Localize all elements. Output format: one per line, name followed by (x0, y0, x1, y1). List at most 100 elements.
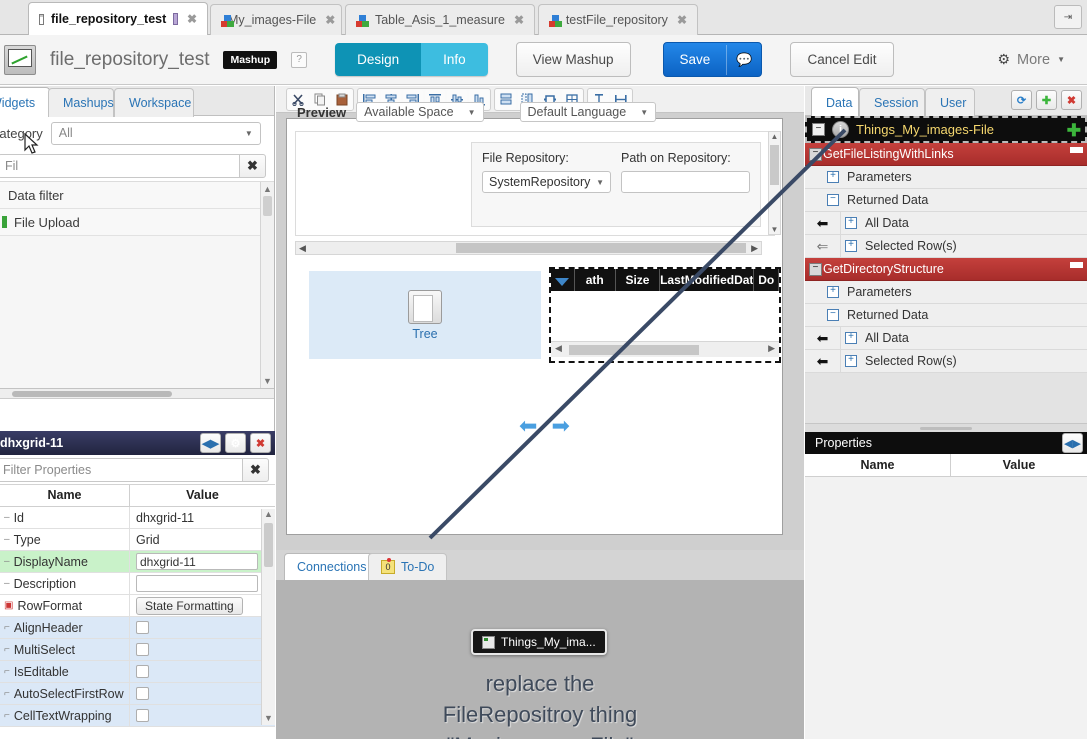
scroll-thumb[interactable] (569, 345, 699, 355)
scroll-up-icon[interactable]: ▲ (262, 509, 275, 519)
nav-right-arrow-icon[interactable]: ➡ (551, 413, 569, 439)
expand-icon[interactable]: + (827, 286, 839, 298)
cancel-edit-button[interactable]: Cancel Edit (790, 42, 894, 77)
browser-tab-table-asis-1-measure[interactable]: Table_Asis_1_measure ✖ (345, 4, 535, 35)
bindings-icon[interactable]: ◀▶ (200, 433, 221, 453)
path-on-repository-input[interactable] (621, 171, 750, 193)
file-repository-select[interactable]: SystemRepository ▼ (482, 171, 611, 193)
clear-filter-icon[interactable]: ✖ (242, 457, 269, 482)
close-icon[interactable]: ✖ (677, 13, 687, 27)
browser-tab-testfile-repository[interactable]: testFile_repository ✖ (538, 4, 698, 35)
data-entity-header[interactable]: − i Things_My_images-File ✚ (805, 116, 1087, 143)
scroll-thumb[interactable] (12, 391, 172, 397)
tab-data[interactable]: Data (811, 87, 859, 117)
expand-icon[interactable]: + (827, 171, 839, 183)
state-formatting-button[interactable]: State Formatting (136, 596, 243, 615)
add-icon[interactable]: ✚ (1036, 90, 1057, 110)
scroll-down-icon[interactable]: ▼ (261, 376, 274, 386)
scroll-up-icon[interactable]: ▲ (261, 182, 274, 194)
preview-vertical-scrollbar[interactable]: ▲ ▼ (768, 131, 781, 235)
scroll-thumb[interactable] (456, 243, 746, 253)
preview-horizontal-scrollbar[interactable]: ◀ ▶ (295, 241, 762, 255)
scroll-left-icon[interactable]: ◀ (299, 243, 306, 254)
table-row[interactable]: ⌐ AlignHeader (0, 617, 275, 639)
expand-icon[interactable]: + (845, 217, 857, 229)
more-menu-button[interactable]: ⚙ More ▼ (997, 51, 1065, 68)
expand-tabs-icon[interactable]: ⇥ (1054, 5, 1082, 29)
column-header-download[interactable]: Do (754, 269, 779, 291)
close-icon[interactable]: ✖ (250, 433, 271, 453)
tab-mashups[interactable]: Mashups (48, 88, 114, 117)
autoselectfirstrow-checkbox[interactable] (136, 687, 149, 700)
column-header-lastmodifieddate[interactable]: LastModifiedDate (660, 269, 755, 291)
scroll-right-icon[interactable]: ▶ (751, 243, 758, 254)
tree-widget[interactable]: Tree (309, 271, 541, 359)
displayname-input[interactable]: dhxgrid-11 (136, 553, 258, 570)
scroll-thumb[interactable] (770, 145, 779, 185)
help-icon[interactable]: ? (291, 51, 308, 68)
binding-arrow-solid-icon[interactable]: ⬅ (805, 349, 841, 373)
panel-splitter[interactable] (805, 423, 1087, 432)
default-language-select[interactable]: Default Language ▼ (519, 102, 657, 122)
scroll-up-icon[interactable]: ▲ (769, 132, 780, 141)
grid-widget[interactable]: ath Size LastModifiedDate Do ◀ ▶ (549, 267, 781, 363)
list-item[interactable]: File Upload (0, 209, 274, 236)
table-row[interactable]: – Type Grid (0, 529, 275, 551)
celltextwrapping-checkbox[interactable] (136, 709, 149, 722)
returned-all-data-row[interactable]: ⬅ + All Data (805, 211, 1087, 235)
table-row[interactable]: ▣ RowFormat State Formatting (0, 595, 275, 617)
bindings-icon[interactable]: ◀▶ (1062, 433, 1083, 453)
properties-filter-input[interactable]: Filter Properties (0, 457, 242, 482)
alignheader-checkbox[interactable] (136, 621, 149, 634)
collapse-icon[interactable]: − (809, 147, 822, 161)
save-comment-icon[interactable]: 💬 (726, 44, 761, 75)
returned-selected-rows-row[interactable]: ⬅ + Selected Row(s) (805, 349, 1087, 373)
category-select[interactable]: All ▼ (50, 121, 261, 145)
table-row[interactable]: ⌐ IsEditable (0, 661, 275, 683)
tab-session[interactable]: Session (859, 88, 925, 117)
scroll-left-icon[interactable]: ◀ (555, 343, 562, 354)
gear-icon[interactable]: ⚙ (225, 433, 246, 453)
binding-arrow-solid-icon[interactable]: ⬅ (805, 211, 841, 235)
widget-list-hscrollbar[interactable] (0, 389, 274, 399)
collapse-icon[interactable]: − (809, 262, 822, 276)
column-header-size[interactable]: Size (616, 269, 661, 291)
close-icon[interactable]: ✖ (514, 13, 524, 27)
tab-connections[interactable]: Connections (284, 553, 380, 580)
available-space-select[interactable]: Available Space ▼ (356, 102, 484, 122)
table-row[interactable]: – DisplayName dhxgrid-11 (0, 551, 275, 573)
expand-icon[interactable]: + (845, 332, 857, 344)
scroll-right-icon[interactable]: ▶ (768, 343, 775, 354)
file-repository-widget[interactable]: File Repository: SystemRepository ▼ Path… (471, 142, 761, 227)
mashup-design-surface[interactable]: Preview Available Space ▼ Default Langua… (286, 102, 783, 535)
delete-icon[interactable]: ✖ (1061, 90, 1082, 110)
collapse-icon[interactable]: − (827, 194, 839, 206)
list-item[interactable]: Data filter (0, 182, 274, 209)
remove-icon[interactable] (1070, 262, 1083, 268)
returned-all-data-row[interactable]: ⬅ + All Data (805, 326, 1087, 350)
widget-search-input[interactable]: Fil (0, 153, 239, 178)
tab-widgets[interactable]: Widgets (0, 87, 50, 117)
view-mashup-button[interactable]: View Mashup (515, 42, 631, 77)
expand-icon[interactable]: + (845, 240, 857, 252)
scroll-down-icon[interactable]: ▼ (769, 225, 780, 234)
collapse-icon[interactable]: − (827, 309, 839, 321)
nav-left-arrow-icon[interactable]: ⬅ (519, 413, 537, 439)
description-input[interactable] (136, 575, 258, 592)
service-returned-data-row[interactable]: − Returned Data (805, 189, 1087, 212)
tab-todo[interactable]: 0 To-Do (368, 553, 448, 580)
table-row[interactable]: – Id dhxgrid-11 (0, 507, 275, 529)
add-service-icon[interactable]: ✚ (1067, 121, 1081, 141)
grid-select-all-icon[interactable] (551, 269, 575, 291)
binding-arrow-solid-icon[interactable]: ⬅ (805, 326, 841, 350)
widget-list-scrollbar[interactable]: ▲ ▼ (260, 182, 274, 388)
service-header-getfilelistingwithlinks[interactable]: − GetFileListingWithLinks (805, 143, 1087, 166)
scroll-thumb[interactable] (263, 196, 272, 216)
table-row[interactable]: ⌐ CellTextWrapping (0, 705, 275, 727)
save-button[interactable]: Save 💬 (662, 42, 763, 77)
browser-tab-file-repository-test[interactable]: file_repository_test ✖ (28, 2, 208, 35)
multiselect-checkbox[interactable] (136, 643, 149, 656)
close-icon[interactable]: ✖ (325, 13, 335, 27)
properties-scrollbar[interactable]: ▲ ▼ (261, 509, 275, 725)
table-row[interactable]: ⌐ MultiSelect (0, 639, 275, 661)
